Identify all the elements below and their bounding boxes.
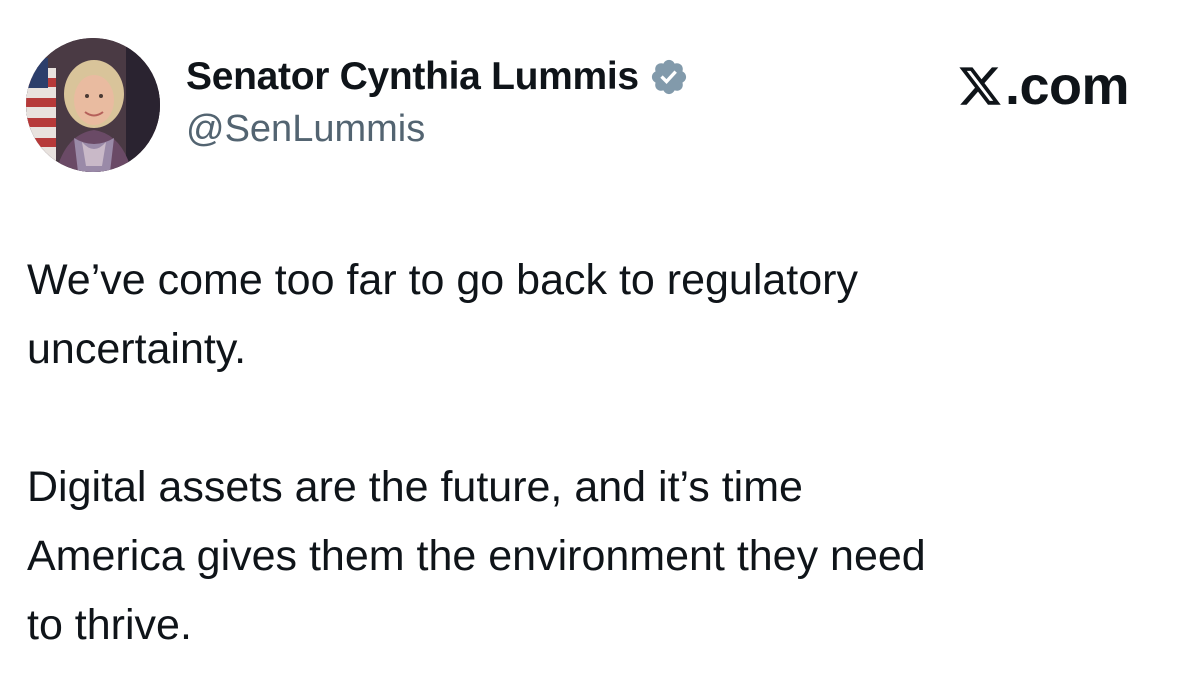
x-logo-icon	[959, 67, 1001, 105]
author-handle[interactable]: @SenLummis	[186, 108, 425, 151]
tweet-paragraph: We’ve come too far to go back to regulat…	[27, 256, 858, 373]
tweet-paragraph: Digital assets are the future, and it’s …	[27, 463, 926, 649]
brand-text: .com	[1004, 56, 1130, 116]
avatar[interactable]	[26, 38, 160, 172]
profile-photo	[26, 38, 160, 172]
verified-badge-icon	[651, 59, 686, 95]
display-name[interactable]: Senator Cynthia Lummis	[186, 55, 639, 99]
brand-watermark: .com	[957, 56, 1130, 116]
flag-background	[26, 58, 56, 172]
tweet-text: We’ve come too far to go back to regulat…	[27, 246, 1137, 660]
author-name-row: Senator Cynthia Lummis	[186, 52, 689, 102]
